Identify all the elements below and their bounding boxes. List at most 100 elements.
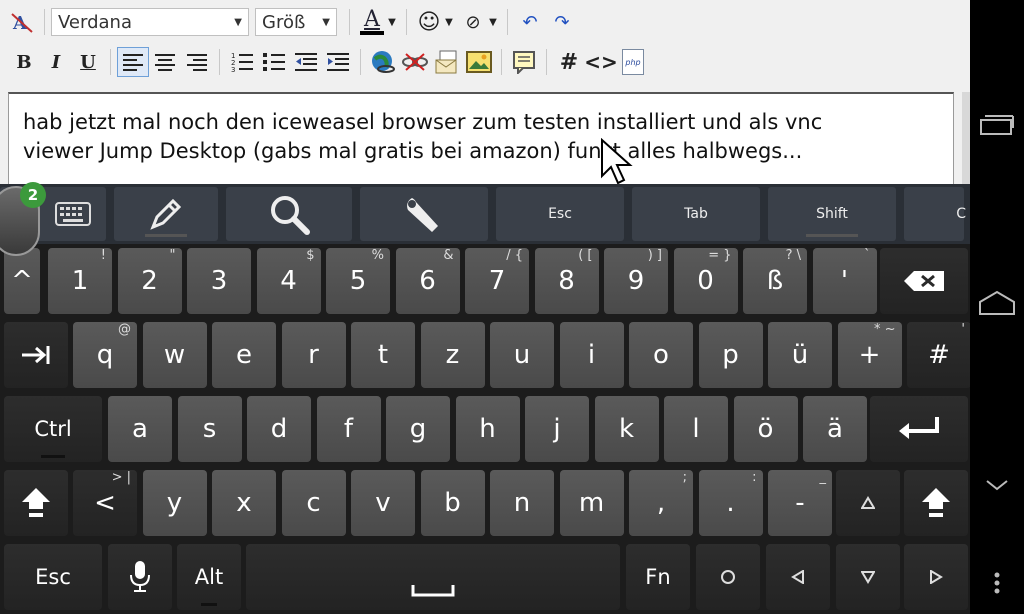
key-ä[interactable]: ä (803, 396, 867, 462)
key-num-3[interactable]: 3 (187, 248, 251, 314)
key-num-9[interactable]: 9) ] (604, 248, 668, 314)
esc-key[interactable]: Esc (4, 544, 102, 610)
shift-toolbar-button[interactable]: Shift (768, 187, 896, 241)
key-v[interactable]: v (351, 470, 415, 536)
key-comma[interactable]: ,; (629, 470, 693, 536)
key-j[interactable]: j (525, 396, 589, 462)
key-plus[interactable]: + * ~ (837, 322, 902, 388)
key-hash[interactable]: # ' (907, 322, 971, 388)
key-w[interactable]: w (142, 322, 207, 388)
key-k[interactable]: k (594, 396, 659, 462)
key-h[interactable]: h (455, 396, 520, 462)
key-ü[interactable]: ü (768, 322, 832, 388)
key-num-6[interactable]: 6 & (395, 248, 460, 314)
overflow-menu-button[interactable] (970, 572, 1024, 594)
ordered-list-icon[interactable]: 123 (226, 47, 258, 77)
ctrl-key[interactable]: Ctrl (4, 396, 102, 462)
key-o[interactable]: o (629, 322, 693, 388)
hash-button[interactable]: # (553, 47, 585, 77)
key-s[interactable]: s (177, 396, 242, 462)
ctrl-toolbar-button[interactable]: C (904, 187, 966, 241)
key-num-10[interactable]: 0 = } (673, 248, 738, 314)
align-center-icon[interactable] (149, 47, 181, 77)
key-p[interactable]: p (698, 322, 763, 388)
key-b[interactable]: b (420, 470, 485, 536)
key-m[interactable]: m (559, 470, 624, 536)
insert-email-icon[interactable] (431, 47, 463, 77)
circle-key[interactable] (696, 544, 760, 610)
key-l[interactable]: l (664, 396, 728, 462)
search-button[interactable] (226, 187, 352, 241)
key-i[interactable]: i (559, 322, 624, 388)
code-button[interactable]: <> (584, 47, 618, 77)
space-key[interactable] (246, 544, 620, 610)
home-button[interactable] (970, 290, 1024, 316)
key-period[interactable]: .: (698, 470, 763, 536)
key-g[interactable]: g (386, 396, 450, 462)
key-r[interactable]: r (281, 322, 346, 388)
key-a[interactable]: a (108, 396, 172, 462)
key-minus[interactable]: - _ (768, 470, 832, 536)
bold-button[interactable]: B (8, 47, 40, 77)
fn-key[interactable]: Fn (626, 544, 690, 610)
settings-button[interactable] (360, 187, 488, 241)
key-f[interactable]: f (316, 396, 381, 462)
key-num-11[interactable]: ß? \ (743, 248, 807, 314)
alt-key[interactable]: Alt (177, 544, 241, 610)
key-d[interactable]: d (247, 396, 311, 462)
key-t[interactable]: t (351, 322, 415, 388)
indent-icon[interactable] (322, 47, 354, 77)
arrow-down-key[interactable] (836, 544, 900, 610)
remove-link-icon[interactable] (399, 47, 431, 77)
key-e[interactable]: e (212, 322, 276, 388)
textarea-scrollbar[interactable] (962, 92, 970, 192)
key-num-7[interactable]: 7/ { (465, 248, 529, 314)
key-less-than[interactable]: < > | (73, 470, 137, 536)
redo-icon[interactable]: ↷ (546, 7, 578, 37)
key-num-12[interactable]: ' ` (812, 248, 877, 314)
key-z[interactable]: z (420, 322, 485, 388)
microphone-key[interactable] (108, 544, 172, 610)
recent-apps-button[interactable] (970, 112, 1024, 136)
pen-button[interactable] (114, 187, 218, 241)
font-family-select[interactable]: Verdana ▼ (51, 8, 249, 36)
outdent-icon[interactable] (290, 47, 322, 77)
esc-toolbar-button[interactable]: Esc (496, 187, 624, 241)
chevron-down-icon[interactable]: ▼ (384, 7, 400, 37)
enter-key[interactable] (870, 396, 968, 462)
key-caret[interactable]: ^ (4, 248, 40, 314)
shift-left-key[interactable] (4, 470, 68, 536)
key-num-4[interactable]: 4 $ (256, 248, 321, 314)
floating-chat-head[interactable]: 2 (0, 182, 46, 256)
bullet-list-icon[interactable] (258, 47, 290, 77)
key-y[interactable]: y (142, 470, 207, 536)
shift-right-key[interactable] (904, 470, 968, 536)
chevron-down-icon[interactable]: ▼ (441, 7, 457, 37)
chevron-down-icon[interactable]: ▼ (485, 7, 501, 37)
key-num-2[interactable]: 2 " (117, 248, 182, 314)
php-code-button[interactable]: php (617, 47, 649, 77)
tab-key[interactable] (4, 322, 68, 388)
back-button[interactable] (970, 478, 1024, 492)
insert-image-icon[interactable] (463, 47, 495, 77)
quote-icon[interactable] (508, 47, 540, 77)
align-right-icon[interactable] (181, 47, 213, 77)
arrow-right-key[interactable] (904, 544, 968, 610)
font-size-select[interactable]: Größ ▼ (255, 8, 337, 36)
key-num-1[interactable]: 1! (48, 248, 112, 314)
align-left-icon[interactable] (117, 47, 149, 77)
italic-button[interactable]: I (40, 47, 72, 77)
key-num-5[interactable]: 5% (326, 248, 390, 314)
tab-toolbar-button[interactable]: Tab (632, 187, 760, 241)
key-q[interactable]: q @ (73, 322, 137, 388)
arrow-left-key[interactable] (766, 544, 830, 610)
message-textarea[interactable]: hab jetzt mal noch den iceweasel browser… (8, 92, 954, 192)
backspace-key[interactable] (880, 248, 968, 314)
key-ö[interactable]: ö (733, 396, 798, 462)
key-x[interactable]: x (212, 470, 276, 536)
key-num-8[interactable]: 8( [ (534, 248, 599, 314)
clear-format-icon[interactable]: A (6, 7, 38, 37)
key-u[interactable]: u (490, 322, 554, 388)
underline-button[interactable]: U (72, 47, 104, 77)
insert-link-icon[interactable] (367, 47, 399, 77)
